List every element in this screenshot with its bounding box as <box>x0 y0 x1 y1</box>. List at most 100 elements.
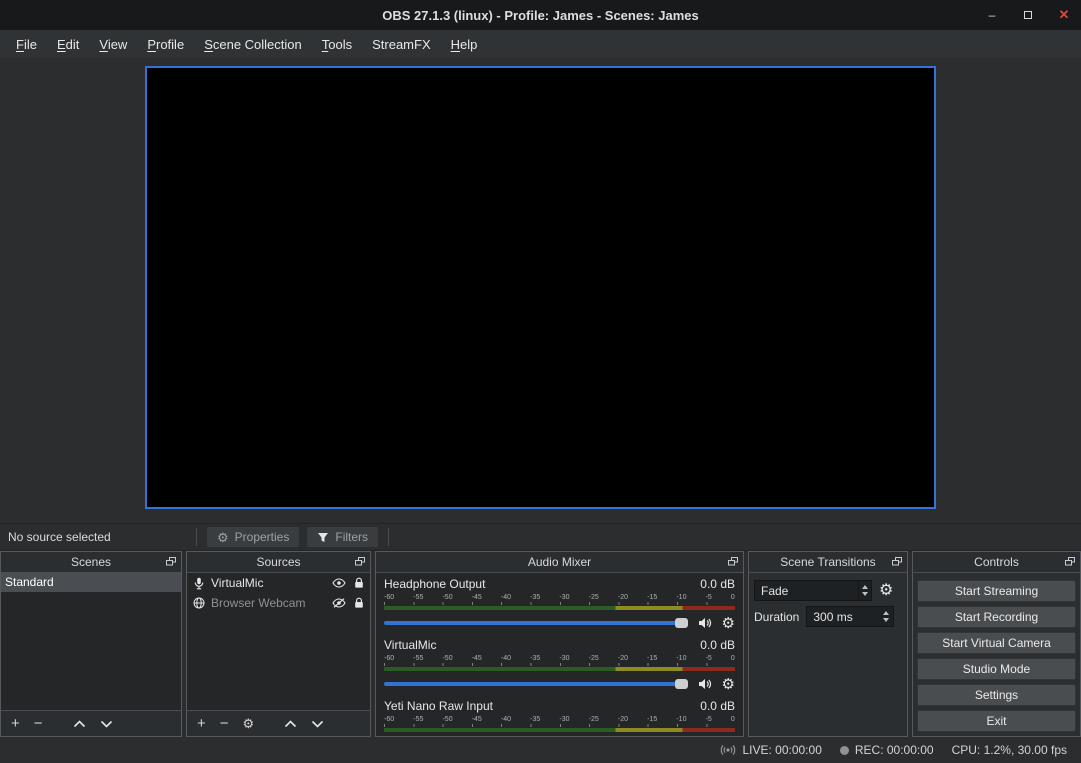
source-name: Browser Webcam <box>211 596 305 610</box>
menu-edit[interactable]: Edit <box>47 37 89 52</box>
plus-icon: + <box>197 716 206 731</box>
channel-gear-icon[interactable]: ⚙ <box>722 677 735 692</box>
minimize-button[interactable]: – <box>985 8 999 22</box>
toolbar-separator <box>196 528 197 546</box>
audio-mixer-body: Headphone Output 0.0 dB -60-55-50-45-40-… <box>376 573 743 736</box>
remove-scene-button[interactable]: − <box>34 716 43 731</box>
speaker-icon[interactable] <box>698 678 712 690</box>
menu-streamfx[interactable]: StreamFX <box>362 37 441 52</box>
close-button[interactable]: ✕ <box>1057 7 1071 23</box>
db-scale: -60-55-50-45-40-35-30-25-20-15-10-50 <box>384 594 735 602</box>
settings-button[interactable]: Settings <box>917 684 1076 706</box>
channel-gear-icon[interactable]: ⚙ <box>722 616 735 631</box>
spinner-down-icon <box>883 618 889 622</box>
maximize-button[interactable] <box>1021 8 1035 22</box>
remove-source-button[interactable]: − <box>220 716 229 731</box>
menu-tools[interactable]: Tools <box>312 37 362 52</box>
volume-slider[interactable] <box>384 682 688 686</box>
start-virtual-camera-button[interactable]: Start Virtual Camera <box>917 632 1076 654</box>
level-meter <box>384 667 735 671</box>
popout-icon[interactable] <box>355 557 365 567</box>
scene-up-button[interactable] <box>73 720 86 728</box>
source-properties-button[interactable]: ⚙ <box>243 717 255 730</box>
lock-icon[interactable] <box>354 597 364 609</box>
source-row[interactable]: VirtualMic <box>187 573 370 593</box>
chevron-up-icon <box>73 720 86 728</box>
visibility-eye-slash-icon[interactable] <box>332 598 346 608</box>
window-title: OBS 27.1.3 (linux) - Profile: James - Sc… <box>0 8 1081 23</box>
chevron-down-icon <box>311 720 324 728</box>
source-toolbar: No source selected ⚙ Properties Filters <box>0 523 1081 551</box>
cpu-status: CPU: 1.2%, 30.00 fps <box>952 743 1067 757</box>
sources-header: Sources <box>187 552 370 573</box>
start-recording-button[interactable]: Start Recording <box>917 606 1076 628</box>
transition-select[interactable]: Fade <box>754 580 872 601</box>
menu-scene-collection[interactable]: Scene Collection <box>194 37 312 52</box>
preview-canvas[interactable] <box>145 66 936 509</box>
level-meter <box>384 728 735 732</box>
menu-view[interactable]: View <box>89 37 137 52</box>
duration-spinner[interactable] <box>880 611 893 622</box>
combo-spinner[interactable] <box>858 581 871 600</box>
plus-icon: + <box>11 716 20 731</box>
slider-handle[interactable] <box>675 618 688 628</box>
studio-mode-button[interactable]: Studio Mode <box>917 658 1076 680</box>
scene-transitions-header: Scene Transitions <box>749 552 907 573</box>
channel-db: 0.0 dB <box>700 638 735 655</box>
scenes-panel: Scenes Standard + − <box>0 551 182 737</box>
record-dot-icon <box>840 746 849 755</box>
audio-mixer-header: Audio Mixer <box>376 552 743 573</box>
status-bar: LIVE: 00:00:00 REC: 00:00:00 CPU: 1.2%, … <box>0 737 1081 763</box>
channel-name: Yeti Nano Raw Input <box>384 699 493 716</box>
start-streaming-button[interactable]: Start Streaming <box>917 580 1076 602</box>
db-scale: -60-55-50-45-40-35-30-25-20-15-10-50 <box>384 716 735 724</box>
add-source-button[interactable]: + <box>197 716 206 731</box>
db-scale: -60-55-50-45-40-35-30-25-20-15-10-50 <box>384 655 735 663</box>
lock-icon[interactable] <box>354 577 364 589</box>
channel-db: 0.0 dB <box>700 699 735 716</box>
cpu-fps-text: CPU: 1.2%, 30.00 fps <box>952 743 1067 757</box>
spinner-down-icon <box>862 592 868 596</box>
exit-button[interactable]: Exit <box>917 710 1076 732</box>
mixer-channel: Yeti Nano Raw Input 0.0 dB -60-55-50-45-… <box>384 699 735 736</box>
transition-gear-icon[interactable]: ⚙ <box>879 583 893 599</box>
broadcast-icon <box>720 744 736 756</box>
mixer-channel: Headphone Output 0.0 dB -60-55-50-45-40-… <box>384 577 735 632</box>
filters-button[interactable]: Filters <box>306 526 379 548</box>
channel-name: Headphone Output <box>384 577 485 594</box>
mixer-channel: VirtualMic 0.0 dB -60-55-50-45-40-35-30-… <box>384 638 735 693</box>
scenes-header: Scenes <box>1 552 181 573</box>
sources-list: VirtualMic Browser Webcam <box>187 573 370 710</box>
menu-profile[interactable]: Profile <box>137 37 194 52</box>
menu-file[interactable]: File <box>6 37 47 52</box>
chevron-up-icon <box>284 720 297 728</box>
scene-down-button[interactable] <box>100 720 113 728</box>
duration-spinbox[interactable]: 300 ms <box>806 606 894 627</box>
speaker-icon[interactable] <box>698 617 712 629</box>
channel-name: VirtualMic <box>384 638 436 655</box>
slider-handle[interactable] <box>675 679 688 689</box>
source-down-button[interactable] <box>311 720 324 728</box>
menubar: File Edit View Profile Scene Collection … <box>0 30 1081 58</box>
add-scene-button[interactable]: + <box>11 716 20 731</box>
scene-item[interactable]: Standard <box>1 573 181 592</box>
visibility-eye-icon[interactable] <box>332 578 346 588</box>
popout-icon[interactable] <box>166 557 176 567</box>
popout-icon[interactable] <box>728 557 738 567</box>
menu-help[interactable]: Help <box>441 37 488 52</box>
titlebar: OBS 27.1.3 (linux) - Profile: James - Sc… <box>0 0 1081 30</box>
microphone-icon <box>193 577 205 590</box>
sources-toolbar: + − ⚙ <box>187 710 370 736</box>
popout-icon[interactable] <box>1065 557 1075 567</box>
source-name: VirtualMic <box>211 576 263 590</box>
live-time: LIVE: 00:00:00 <box>742 743 821 757</box>
source-up-button[interactable] <box>284 720 297 728</box>
rec-status: REC: 00:00:00 <box>840 743 934 757</box>
properties-button[interactable]: ⚙ Properties <box>206 526 300 548</box>
source-row[interactable]: Browser Webcam <box>187 593 370 613</box>
spinner-up-icon <box>883 611 889 615</box>
popout-icon[interactable] <box>892 557 902 567</box>
volume-slider[interactable] <box>384 621 688 625</box>
filters-icon <box>317 531 329 543</box>
globe-icon <box>193 597 205 609</box>
